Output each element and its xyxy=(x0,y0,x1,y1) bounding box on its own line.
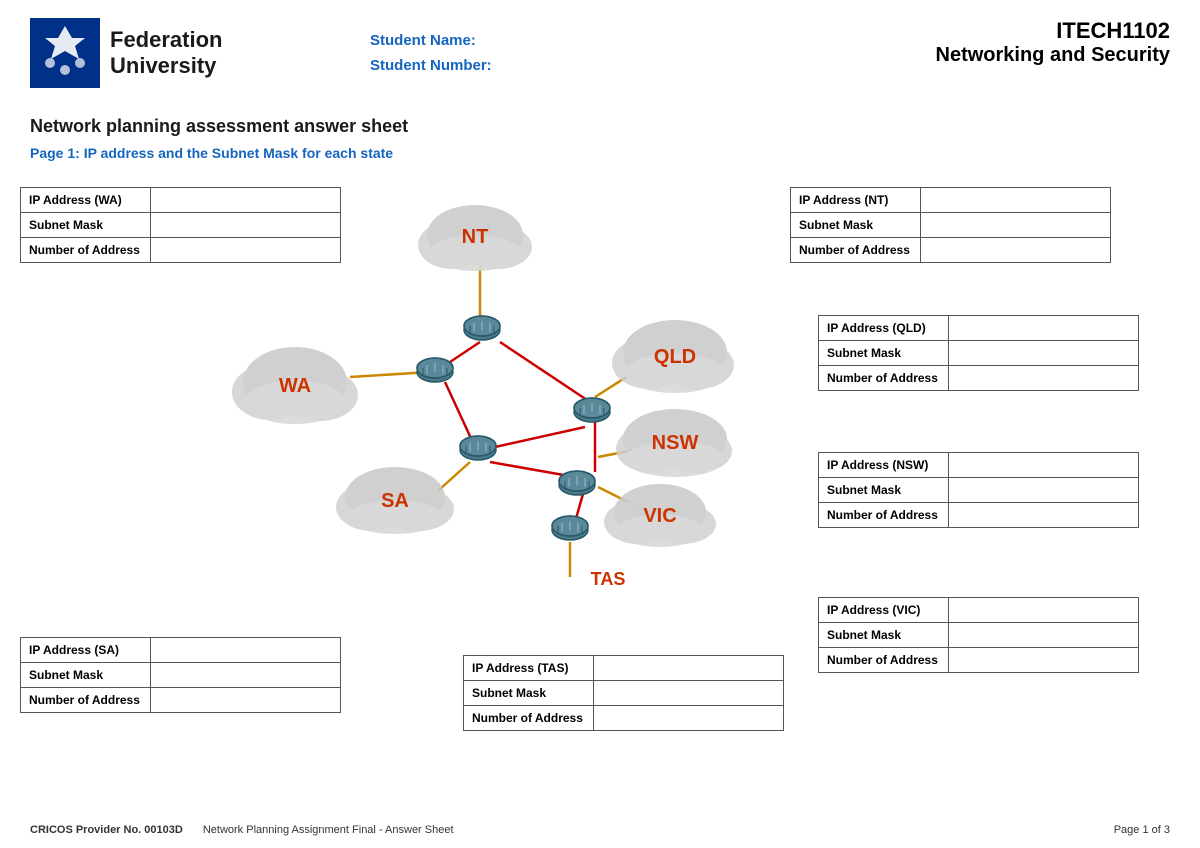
university-name: Federation University xyxy=(110,27,222,80)
value-vic-ip[interactable] xyxy=(949,598,1139,623)
table-vic: IP Address (VIC) Subnet Mask Number of A… xyxy=(818,597,1139,673)
value-qld-subnet[interactable] xyxy=(949,341,1139,366)
svg-text:NT: NT xyxy=(462,226,489,248)
table-row: Subnet Mask xyxy=(791,213,1111,238)
value-sa-addr[interactable] xyxy=(151,688,341,713)
footer-doc-name: Network Planning Assignment Final - Answ… xyxy=(203,824,454,836)
table-row: IP Address (TAS) xyxy=(464,656,784,681)
course-info: ITECH1102 Networking and Security xyxy=(936,18,1171,67)
label-vic-subnet: Subnet Mask xyxy=(819,623,949,648)
table-qld: IP Address (QLD) Subnet Mask Number of A… xyxy=(818,315,1139,391)
table-nsw: IP Address (NSW) Subnet Mask Number of A… xyxy=(818,452,1139,528)
table-row: Number of Address xyxy=(819,366,1139,391)
label-sa-subnet: Subnet Mask xyxy=(21,663,151,688)
logo-area: Federation University xyxy=(30,18,350,88)
svg-text:NSW: NSW xyxy=(652,432,699,454)
table-nt: IP Address (NT) Subnet Mask Number of Ad… xyxy=(790,187,1111,263)
network-svg: WA NT QLD xyxy=(140,167,820,647)
page-title-section: Network planning assessment answer sheet… xyxy=(0,100,1200,167)
course-name: Networking and Security xyxy=(936,44,1171,67)
label-qld-addr: Number of Address xyxy=(819,366,949,391)
label-qld-ip: IP Address (QLD) xyxy=(819,316,949,341)
value-tas-subnet[interactable] xyxy=(594,681,784,706)
label-nsw-subnet: Subnet Mask xyxy=(819,478,949,503)
label-wa-subnet: Subnet Mask xyxy=(21,213,151,238)
table-row: Subnet Mask xyxy=(819,341,1139,366)
footer-cricos: CRICOS Provider No. 00103D xyxy=(30,824,183,836)
table-sa: IP Address (SA) Subnet Mask Number of Ad… xyxy=(20,637,341,713)
table-row: IP Address (NT) xyxy=(791,188,1111,213)
value-nsw-addr[interactable] xyxy=(949,503,1139,528)
table-row: Number of Address xyxy=(21,688,341,713)
value-tas-ip[interactable] xyxy=(594,656,784,681)
nt-cloud: NT xyxy=(418,205,532,271)
student-info: Student Name: Student Number: xyxy=(370,32,492,74)
label-vic-addr: Number of Address xyxy=(819,648,949,673)
value-qld-ip[interactable] xyxy=(949,316,1139,341)
table-row: Subnet Mask xyxy=(819,623,1139,648)
label-vic-ip: IP Address (VIC) xyxy=(819,598,949,623)
svg-text:WA: WA xyxy=(279,375,311,397)
footer-page: Page 1 of 3 xyxy=(1114,824,1170,836)
value-nt-addr[interactable] xyxy=(921,238,1111,263)
label-wa-addr: Number of Address xyxy=(21,238,151,263)
value-nt-ip[interactable] xyxy=(921,188,1111,213)
table-row: Subnet Mask xyxy=(21,663,341,688)
header: Federation University Student Name: Stud… xyxy=(0,0,1200,100)
wa-cloud: WA xyxy=(232,347,358,424)
router-center xyxy=(559,471,595,495)
value-nt-subnet[interactable] xyxy=(921,213,1111,238)
router-qld-nsw xyxy=(574,398,610,422)
label-tas-subnet: Subnet Mask xyxy=(464,681,594,706)
value-nsw-ip[interactable] xyxy=(949,453,1139,478)
value-tas-addr[interactable] xyxy=(594,706,784,731)
table-row: Number of Address xyxy=(819,648,1139,673)
nsw-cloud: NSW xyxy=(616,409,732,477)
table-row: Number of Address xyxy=(819,503,1139,528)
student-number-label: Student Number: xyxy=(370,57,492,74)
value-vic-addr[interactable] xyxy=(949,648,1139,673)
router-tas xyxy=(552,516,588,540)
vic-cloud: VIC xyxy=(604,484,716,547)
table-row: Subnet Mask xyxy=(819,478,1139,503)
label-qld-subnet: Subnet Mask xyxy=(819,341,949,366)
tas-label: TAS xyxy=(591,569,626,589)
network-diagram: WA NT QLD xyxy=(140,167,820,647)
svg-text:VIC: VIC xyxy=(643,505,676,527)
value-qld-addr[interactable] xyxy=(949,366,1139,391)
table-tas: IP Address (TAS) Subnet Mask Number of A… xyxy=(463,655,784,731)
router-wa xyxy=(417,358,453,382)
table-row: Number of Address xyxy=(791,238,1111,263)
table-row: Subnet Mask xyxy=(464,681,784,706)
value-nsw-subnet[interactable] xyxy=(949,478,1139,503)
table-row: Number of Address xyxy=(464,706,784,731)
label-nsw-addr: Number of Address xyxy=(819,503,949,528)
router-center-left xyxy=(460,436,496,460)
svg-text:SA: SA xyxy=(381,490,409,512)
label-sa-addr: Number of Address xyxy=(21,688,151,713)
qld-cloud: QLD xyxy=(612,320,734,393)
label-wa-ip: IP Address (WA) xyxy=(21,188,151,213)
content-area: IP Address (WA) Subnet Mask Number of Ad… xyxy=(0,167,1200,827)
svg-text:QLD: QLD xyxy=(654,346,696,368)
footer-left: CRICOS Provider No. 00103D Network Plann… xyxy=(30,824,454,836)
value-sa-subnet[interactable] xyxy=(151,663,341,688)
router-nt xyxy=(464,316,500,340)
svg-text:TAS: TAS xyxy=(591,569,626,589)
table-row: IP Address (NSW) xyxy=(819,453,1139,478)
university-logo xyxy=(30,18,100,88)
footer: CRICOS Provider No. 00103D Network Plann… xyxy=(0,824,1200,836)
page-subtitle: Page 1: IP address and the Subnet Mask f… xyxy=(30,145,1170,161)
label-sa-ip: IP Address (SA) xyxy=(21,638,151,663)
table-row: IP Address (QLD) xyxy=(819,316,1139,341)
label-tas-addr: Number of Address xyxy=(464,706,594,731)
course-code: ITECH1102 xyxy=(936,18,1171,44)
label-nsw-ip: IP Address (NSW) xyxy=(819,453,949,478)
value-vic-subnet[interactable] xyxy=(949,623,1139,648)
label-tas-ip: IP Address (TAS) xyxy=(464,656,594,681)
table-row: IP Address (VIC) xyxy=(819,598,1139,623)
sa-cloud: SA xyxy=(336,467,454,534)
student-name-label: Student Name: xyxy=(370,32,492,49)
main-title: Network planning assessment answer sheet xyxy=(30,116,1170,137)
